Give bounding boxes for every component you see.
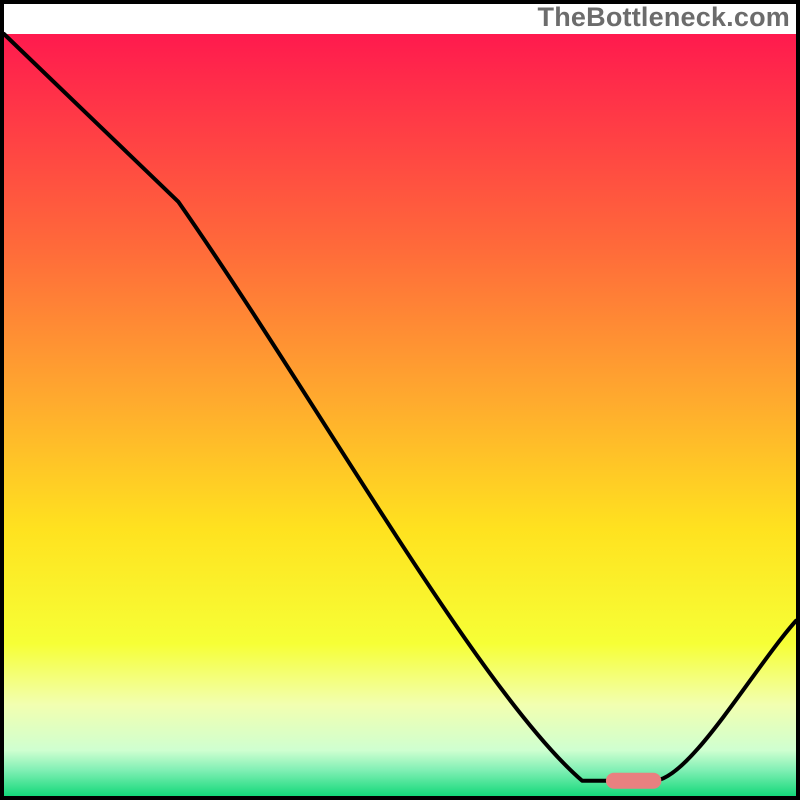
bottleneck-chart	[0, 0, 800, 800]
optimal-marker	[606, 773, 661, 789]
watermark-text: TheBottleneck.com	[538, 2, 790, 33]
plot-area	[4, 34, 796, 796]
chart-container: TheBottleneck.com	[0, 0, 800, 800]
